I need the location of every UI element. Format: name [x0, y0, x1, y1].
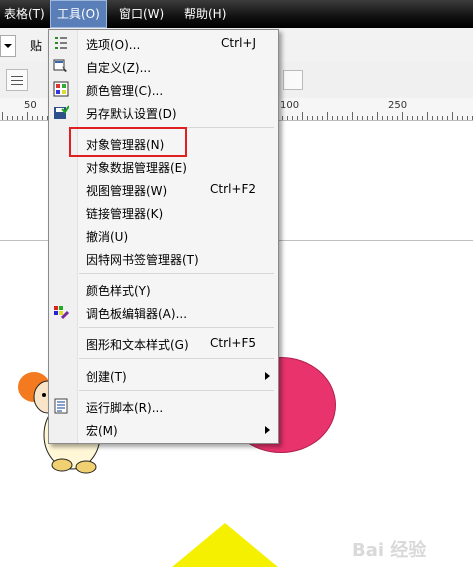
- ruler-tick: [427, 112, 428, 120]
- ruler-label: 50: [24, 100, 37, 111]
- menu-separator: [79, 327, 274, 328]
- submenu-arrow-icon: [265, 372, 270, 380]
- ruler-tick: [392, 116, 393, 120]
- ruler-tick: [317, 116, 318, 120]
- menu-item-save-defaults[interactable]: 另存默认设置(D): [49, 101, 278, 124]
- ruler-tick: [372, 116, 373, 120]
- align-button[interactable]: [6, 69, 28, 91]
- ruler-tick: [447, 116, 448, 120]
- ruler-tick: [467, 116, 468, 120]
- ruler-tick: [367, 116, 368, 120]
- ruler-tick: [387, 116, 388, 120]
- menu-separator: [79, 390, 274, 391]
- submenu-arrow-icon: [265, 426, 270, 434]
- ruler-tick: [287, 116, 288, 120]
- palette-editor-icon: [53, 304, 70, 320]
- menubar: 表格(T) 工具(O) 窗口(W) 帮助(H): [0, 0, 473, 28]
- ruler-tick: [402, 112, 403, 120]
- menu-item-link-manager[interactable]: 链接管理器(K): [49, 201, 278, 224]
- menu-item-bookmark-manager[interactable]: 因特网书签管理器(T): [49, 247, 278, 270]
- menu-item-color-management[interactable]: 颜色管理(C)...: [49, 78, 278, 101]
- ruler-tick: [437, 116, 438, 120]
- baidu-jingyan-watermark-logo: Bai 经验: [352, 540, 427, 561]
- ruler-tick: [302, 112, 303, 120]
- ruler-tick: [417, 116, 418, 120]
- ruler-tick: [342, 116, 343, 120]
- ruler-tick: [362, 116, 363, 120]
- menu-item-object-data-manager[interactable]: 对象数据管理器(E): [49, 155, 278, 178]
- ruler-label: 100: [280, 100, 300, 111]
- annotation-highlight-box: [69, 127, 187, 157]
- menu-window[interactable]: 窗口(W): [113, 0, 170, 28]
- ruler-tick: [22, 116, 23, 120]
- ruler-tick: [352, 112, 353, 120]
- run-script-icon: [53, 398, 69, 414]
- ruler-tick: [462, 116, 463, 120]
- ruler-tick: [347, 116, 348, 120]
- menu-item-color-styles[interactable]: 颜色样式(Y): [49, 278, 278, 301]
- ruler-tick: [27, 112, 28, 120]
- ruler-tick: [292, 116, 293, 120]
- color-management-icon: [53, 81, 69, 97]
- customize-icon: [53, 58, 69, 74]
- ruler-label: 250: [388, 100, 408, 111]
- save-defaults-icon: [53, 104, 70, 120]
- ruler-tick: [282, 116, 283, 120]
- ruler-tick: [357, 116, 358, 120]
- ruler-tick: [307, 116, 308, 120]
- ruler-tick: [382, 116, 383, 120]
- paste-button[interactable]: 贴: [30, 37, 42, 54]
- font-dropdown[interactable]: [0, 35, 16, 57]
- menu-item-undo[interactable]: 撤消(U): [49, 224, 278, 247]
- options-icon: [53, 35, 69, 51]
- ruler-tick: [32, 116, 33, 120]
- ruler-tick: [442, 116, 443, 120]
- menu-item-customize[interactable]: 自定义(Z)...: [49, 55, 278, 78]
- menu-separator: [79, 358, 274, 359]
- menu-item-graphic-text-styles[interactable]: 图形和文本样式(G) Ctrl+F5: [49, 332, 278, 355]
- menu-item-view-manager[interactable]: 视图管理器(W) Ctrl+F2: [49, 178, 278, 201]
- ruler-tick: [452, 112, 453, 120]
- ruler-tick: [332, 116, 333, 120]
- ruler-tick: [432, 116, 433, 120]
- ruler-tick: [322, 116, 323, 120]
- menu-item-options[interactable]: 选项(O)... Ctrl+J: [49, 32, 278, 55]
- ruler-tick: [337, 116, 338, 120]
- ruler-tick: [42, 116, 43, 120]
- ruler-tick: [407, 116, 408, 120]
- menu-item-run-script[interactable]: 运行脚本(R)...: [49, 395, 278, 418]
- tools-dropdown-menu: 选项(O)... Ctrl+J 自定义(Z)... 颜色管理(C)... 另存默…: [48, 29, 279, 444]
- yellow-triangle[interactable]: [172, 523, 278, 567]
- menu-table[interactable]: 表格(T): [0, 0, 51, 28]
- chevron-down-icon: [4, 44, 12, 48]
- ruler-tick: [397, 116, 398, 120]
- menu-item-palette-editor[interactable]: 调色板编辑器(A)...: [49, 301, 278, 324]
- menu-item-create[interactable]: 创建(T): [49, 364, 278, 387]
- menu-tools[interactable]: 工具(O): [50, 0, 107, 28]
- ruler-tick: [457, 116, 458, 120]
- ruler-tick: [17, 116, 18, 120]
- ruler-tick: [37, 116, 38, 120]
- menu-item-macro[interactable]: 宏(M): [49, 418, 278, 441]
- ruler-tick: [312, 116, 313, 120]
- ruler-tick: [2, 112, 3, 120]
- menu-help[interactable]: 帮助(H): [178, 0, 232, 28]
- ruler-tick: [12, 116, 13, 120]
- menu-separator: [79, 273, 274, 274]
- ruler-tick: [422, 116, 423, 120]
- ruler-tick: [377, 112, 378, 120]
- ruler-tick: [412, 116, 413, 120]
- ruler-tick: [327, 112, 328, 120]
- ruler-tick: [297, 116, 298, 120]
- ruler-tick: [7, 116, 8, 120]
- toolbar-button[interactable]: [283, 70, 303, 90]
